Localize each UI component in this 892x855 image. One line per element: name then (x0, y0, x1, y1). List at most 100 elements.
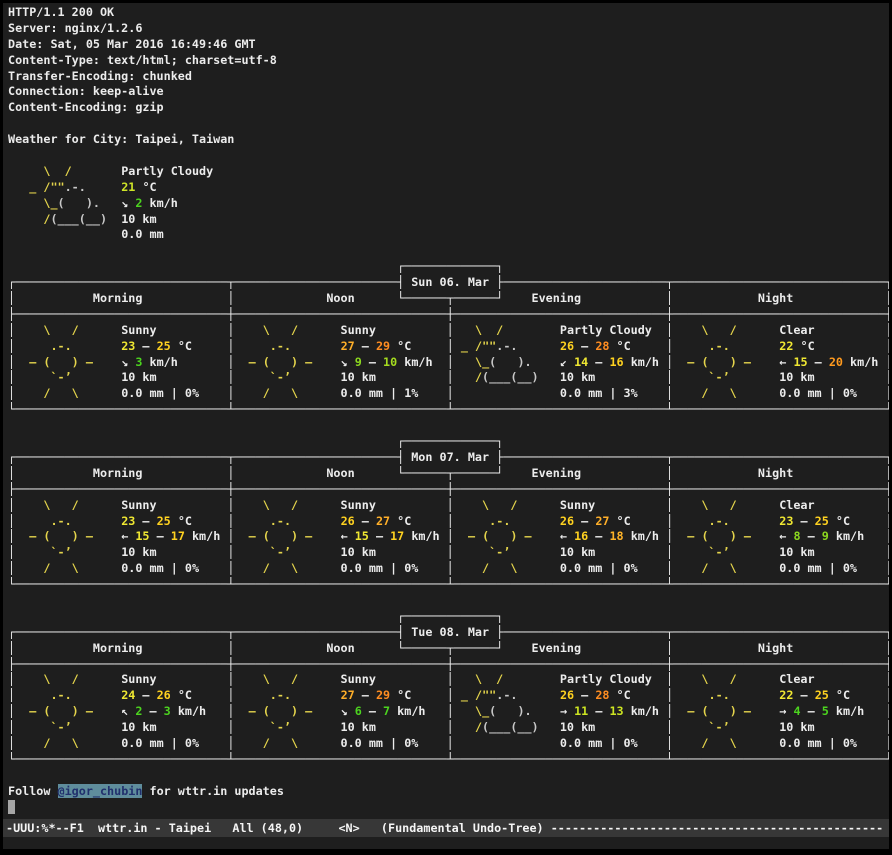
text-run (425, 704, 446, 718)
period-label: Noon (234, 291, 397, 305)
text-run: °C (390, 514, 411, 528)
text-run: – (574, 514, 595, 528)
text-run (815, 498, 886, 512)
period-label: Evening (503, 466, 666, 480)
text-run (107, 514, 121, 528)
text-run: – (150, 529, 171, 543)
visibility-value: 10 km (560, 720, 595, 734)
text-run (326, 736, 340, 750)
sun-icon-art: / \ (673, 736, 765, 750)
sun-icon-art: \ / (454, 498, 546, 512)
text-run (595, 498, 666, 512)
wind-low-value: 8 (793, 529, 800, 543)
terminal-line: │ Morning │ Noon └──────┬──────┘ Evening… (8, 291, 889, 307)
sun-icon-art: \ / (15, 323, 107, 337)
condition-label: Clear (779, 498, 814, 512)
sun-icon-art: ― ( ) ― (234, 529, 326, 543)
text-run (8, 180, 22, 194)
text-run: °C (171, 514, 192, 528)
http-header: Transfer-Encoding: chunked (8, 69, 192, 83)
text-run (864, 704, 885, 718)
terminal-line: │ / \ 0.0 mm | 0% │ / \ 0.0 mm | 0% │ / … (8, 561, 889, 577)
terminal-window: HTTP/1.1 200 OKServer: nginx/1.2.6Date: … (3, 3, 889, 849)
sun-icon-art: \ / (673, 498, 765, 512)
text-run: km/h (624, 704, 659, 718)
wind-low-value: 16 (574, 529, 588, 543)
text-run: °C (829, 688, 850, 702)
date-label: Tue 08. Mar (404, 625, 496, 639)
modeline-text: -UUU:%*--F1 wttr.in - Taipei All (48,0) … (6, 821, 551, 835)
sun-icon-art: \ / (673, 672, 765, 686)
text-run (595, 545, 666, 559)
table-border: ├──────────────────────────────┼────────… (8, 307, 889, 321)
table-border: │ (447, 529, 454, 543)
text-run (418, 736, 446, 750)
text-run (546, 514, 560, 528)
wind-high-value: 20 (829, 355, 843, 369)
sun-icon-art: .-. (15, 688, 107, 702)
text-run (107, 688, 121, 702)
table-border: │ (447, 355, 454, 369)
sun-icon-art: \ / (234, 323, 326, 337)
period-label: Night (673, 641, 885, 655)
icon-pad (532, 704, 546, 718)
text-run (376, 498, 447, 512)
visibility-value: 10 km (121, 545, 156, 559)
terminal-line: │ .-. 23 – 25 °C │ .-. 27 – 29 °C │ _ /"… (8, 339, 889, 355)
table-border: │ (885, 672, 889, 686)
temp-low-value: 23 (121, 514, 135, 528)
text-run: – (801, 704, 822, 718)
sun-icon-art: ― ( ) ― (15, 355, 107, 369)
text-run (411, 514, 446, 528)
text-run (765, 514, 779, 528)
visibility-value: 10 km (560, 370, 595, 384)
text-run: – (808, 355, 829, 369)
text-run (546, 498, 560, 512)
condition-label: Partly Cloudy (121, 164, 213, 178)
sun-icon-art: .-. (454, 514, 546, 528)
table-border: │ (666, 386, 673, 400)
terminal-line: 0.0 mm (8, 227, 889, 243)
cloud-icon-art: .-. (496, 339, 517, 353)
sun-icon-art: / \ (234, 386, 326, 400)
wind-high-value: 10 (383, 355, 397, 369)
text-run (8, 434, 397, 448)
terminal-line: │ `-’ 10 km │ `-’ 10 km │ /(___(__) 10 k… (8, 720, 889, 736)
temp-low-value: 23 (121, 339, 135, 353)
text-run: – (588, 529, 609, 543)
wind-high-value: 9 (822, 529, 829, 543)
sun-icon-art: .-. (673, 514, 765, 528)
sun-icon-art: / \ (234, 561, 326, 575)
condition-label: Clear (779, 323, 814, 337)
text-run (815, 545, 886, 559)
text-run (546, 736, 560, 750)
text-run (546, 704, 560, 718)
terminal-line: │ `-’ 10 km │ `-’ 10 km │ /(___(__) 10 k… (8, 370, 889, 386)
table-border: │ (447, 720, 454, 734)
terminal-line (8, 768, 889, 784)
period-label: Night (673, 291, 885, 305)
text-run (157, 323, 228, 337)
text-run: km/h (829, 529, 864, 543)
text-run: km/h (624, 529, 659, 543)
text-run: km/h (142, 196, 177, 210)
text-run (546, 529, 560, 543)
text-run (107, 498, 121, 512)
sun-icon-art: .-. (673, 339, 765, 353)
text-run (765, 529, 779, 543)
terminal-line: │ Morning │ Noon └──────┬──────┘ Evening… (8, 466, 889, 482)
text-run: – (135, 339, 156, 353)
date-box-border: ┌─────────────┐ (397, 609, 503, 623)
visibility-value: 10 km (560, 545, 595, 559)
table-border: └──────────────────────────────┴────────… (8, 402, 889, 416)
period-label: Evening (503, 641, 666, 655)
terminal-line: Server: nginx/1.2.6 (8, 21, 889, 37)
temp-high-value: 27 (376, 514, 390, 528)
precipitation-value: 0.0 mm | 0% (560, 561, 638, 575)
sun-icon-art: _ /"" (454, 688, 496, 702)
modeline-fill-dashes: ----------------------------------------… (551, 821, 883, 835)
text-run (326, 355, 340, 369)
twitter-handle-link[interactable]: @igor_chubin (58, 784, 143, 798)
terminal-line: │ ― ( ) ― ↖ 2 – 3 km/h │ ― ( ) ― ↘ 6 – 7… (8, 704, 889, 720)
text-run (8, 609, 397, 623)
